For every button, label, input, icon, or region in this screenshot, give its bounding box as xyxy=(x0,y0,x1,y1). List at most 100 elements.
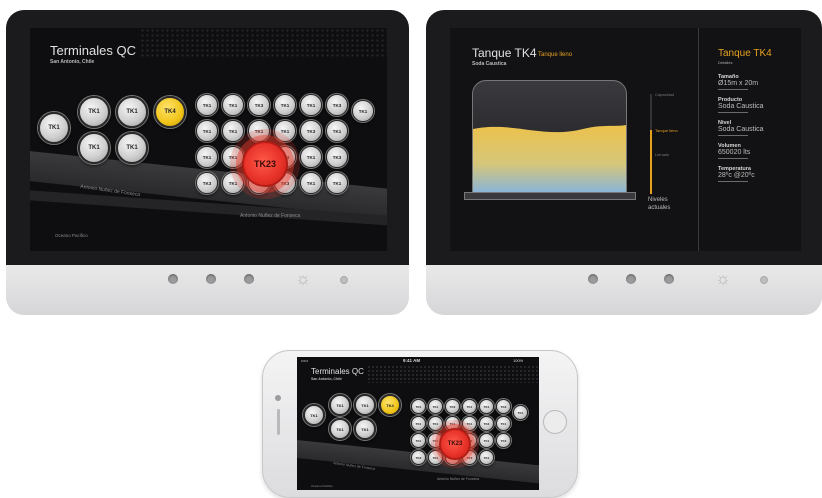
tank-small[interactable]: TK1 xyxy=(222,146,244,168)
tank-label: TK1 xyxy=(449,421,456,426)
tank-large[interactable]: TK1 xyxy=(329,394,351,416)
tank-label: TK1 xyxy=(310,412,318,418)
tank-small[interactable]: TK1 xyxy=(274,120,296,142)
hardware-button[interactable] xyxy=(588,274,598,284)
brightness-icon[interactable]: ☼ xyxy=(294,270,312,288)
tank-alert[interactable]: TK23 xyxy=(439,428,471,460)
tank-small[interactable]: TK1 xyxy=(411,433,426,448)
tank-small[interactable]: TK1 xyxy=(513,405,528,420)
field-value: Ø15m x 20m xyxy=(718,80,759,87)
tank-small[interactable]: TK3 xyxy=(326,94,348,116)
level-gauge-fill xyxy=(650,130,652,194)
tank-small[interactable]: TK1 xyxy=(479,433,494,448)
tank-large[interactable]: TK1 xyxy=(354,394,376,416)
tank-small[interactable]: TK1 xyxy=(300,172,322,194)
road-label-2: Antonio Nuñez de Fonseca xyxy=(437,477,480,481)
detail-field: Volumen 650020 lts xyxy=(718,143,798,159)
tank-large[interactable]: TK1 xyxy=(329,418,351,440)
tank-small[interactable]: TK3 xyxy=(326,146,348,168)
tank-small[interactable]: TK1 xyxy=(300,94,322,116)
tank-small[interactable]: TK3 xyxy=(496,399,511,414)
gauge-fill-label: Tanque lleno xyxy=(655,128,678,133)
tank-small[interactable]: TK3 xyxy=(445,399,460,414)
tank-label: TK1 xyxy=(254,128,264,134)
tank-small[interactable]: TK1 xyxy=(248,120,270,142)
tank-vessel xyxy=(472,80,627,197)
field-value: Soda Caustica xyxy=(718,103,764,110)
tank-small[interactable]: TK1 xyxy=(222,94,244,116)
field-value: 28ºc @20ºc xyxy=(718,172,755,179)
tank-label: TK1 xyxy=(306,180,316,186)
tank-large[interactable]: TK1 xyxy=(354,418,376,440)
tank-status: Tanque lleno xyxy=(538,52,573,58)
tank-label: TK3 xyxy=(500,438,507,443)
road-label-2: Antonio Nuñez de Fonseca xyxy=(240,213,301,219)
tank-small[interactable]: TK1 xyxy=(196,120,218,142)
tank-selected[interactable]: TK4 xyxy=(379,394,401,416)
tank-small[interactable]: TK3 xyxy=(196,172,218,194)
tank-small[interactable]: TK3 xyxy=(248,94,270,116)
tank-small[interactable]: TK1 xyxy=(196,146,218,168)
phone: ••••• 9:41 AM 100% Terminales QC San Ant… xyxy=(262,350,578,498)
tank-label: TK1 xyxy=(88,109,100,115)
tank-small[interactable]: TK1 xyxy=(300,146,322,168)
tank-label: TK1 xyxy=(358,108,368,114)
tank-label: TK1 xyxy=(332,180,342,186)
tank-small[interactable]: TK1 xyxy=(222,120,244,142)
hardware-button[interactable] xyxy=(168,274,178,284)
home-button[interactable] xyxy=(543,410,567,434)
tank-large[interactable]: TK1 xyxy=(78,132,110,164)
tank-small[interactable]: TK1 xyxy=(196,94,218,116)
tank-small[interactable]: TK1 xyxy=(462,416,477,431)
tank-small[interactable]: TK1 xyxy=(352,100,374,122)
tank-small[interactable]: TK1 xyxy=(462,399,477,414)
tank-large[interactable]: TK1 xyxy=(116,96,148,128)
tank-label: TK1 xyxy=(332,128,342,134)
tank-small[interactable]: TK3 xyxy=(411,450,426,465)
tank-small[interactable]: TK3 xyxy=(479,416,494,431)
tank-small[interactable]: TK1 xyxy=(428,416,443,431)
tank-label: TK3 xyxy=(202,180,212,186)
tank-small[interactable]: TK1 xyxy=(496,416,511,431)
tank-label: TK1 xyxy=(432,438,439,443)
brightness-icon[interactable]: ☼ xyxy=(714,270,732,288)
tank-small[interactable]: TK1 xyxy=(479,399,494,414)
tank-label: TK1 xyxy=(88,145,100,151)
hardware-button[interactable] xyxy=(244,274,254,284)
tank-large[interactable]: TK1 xyxy=(78,96,110,128)
tank-label: TK1 xyxy=(280,102,290,108)
tank-small[interactable]: TK1 xyxy=(222,172,244,194)
tank-small[interactable]: TK3 xyxy=(300,120,322,142)
tank-label: TK1 xyxy=(500,421,507,426)
status-carrier: ••••• xyxy=(301,358,309,363)
tank-small[interactable]: TK1 xyxy=(411,416,426,431)
hardware-button[interactable] xyxy=(664,274,674,284)
tank-small[interactable]: TK1 xyxy=(428,399,443,414)
tank-label: TK1 xyxy=(415,404,422,409)
tank-label: TK1 xyxy=(415,438,422,443)
hardware-button[interactable] xyxy=(206,274,216,284)
tank-label: TK3 xyxy=(254,102,264,108)
tank-small[interactable]: TK1 xyxy=(411,399,426,414)
tank-label: TK23 xyxy=(253,159,276,169)
tank-small[interactable]: TK1 xyxy=(274,94,296,116)
tank-large[interactable]: TK1 xyxy=(116,132,148,164)
header-pattern xyxy=(140,28,387,58)
monitor-detail: Tanque TK4 Tanque lleno Soda Caustica Ca… xyxy=(426,10,822,315)
tank-small[interactable]: TK3 xyxy=(496,433,511,448)
panel-divider xyxy=(698,28,699,251)
hardware-button[interactable] xyxy=(626,274,636,284)
tank-small[interactable]: TK1 xyxy=(326,120,348,142)
field-underline xyxy=(718,181,748,182)
tank-selected[interactable]: TK4 xyxy=(154,96,186,128)
tank-label: TK3 xyxy=(415,455,422,460)
tank-small[interactable]: TK1 xyxy=(479,450,494,465)
tank-label: TK3 xyxy=(332,102,342,108)
tank-alert[interactable]: TK23 xyxy=(242,141,288,187)
tank-large[interactable]: TK1 xyxy=(303,404,325,426)
tank-large[interactable]: TK1 xyxy=(38,112,70,144)
tank-label: TK1 xyxy=(126,145,138,151)
page-title: Terminales QC xyxy=(50,43,136,58)
tank-label: TK1 xyxy=(432,455,439,460)
tank-small[interactable]: TK1 xyxy=(326,172,348,194)
